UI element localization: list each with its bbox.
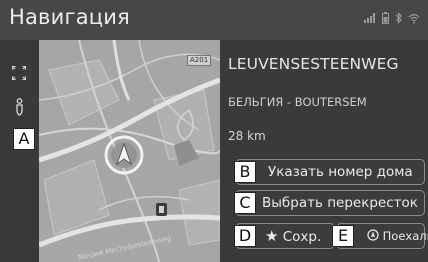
destination-panel: LEUVENSESTEENWEG БЕЛЬГИЯ - BOUTERSEM 28 … — [220, 40, 428, 262]
road-number-label: A201 — [187, 55, 212, 66]
map-view[interactable]: A201 Nieuwe Mechelsesteenweg — [39, 40, 220, 262]
callout-e: E — [332, 225, 354, 247]
map-canvas — [39, 40, 220, 262]
route-pin-icon[interactable] — [14, 98, 25, 116]
navigation-screen: Навигация A A201 Nieuwe Mechelsesteenweg… — [0, 0, 428, 262]
destination-street: LEUVENSESTEENWEG — [228, 55, 399, 73]
signal-icon — [364, 13, 375, 23]
battery-icon — [382, 12, 389, 24]
status-icons — [364, 12, 420, 24]
select-intersection-label: Выбрать перекресток — [262, 195, 418, 211]
bluetooth-icon — [395, 12, 402, 24]
star-icon: ★ — [265, 227, 279, 245]
destination-locality: БЕЛЬГИЯ - BOUTERSEM — [228, 95, 367, 109]
save-label: Сохр. — [282, 229, 322, 245]
set-house-number-button[interactable]: Указать номер дома — [235, 159, 425, 185]
callout-d: D — [234, 225, 256, 247]
destination-distance: 28 km — [228, 129, 266, 143]
set-house-number-label: Указать номер дома — [268, 164, 413, 180]
callout-c: C — [234, 192, 256, 214]
callout-a: A — [13, 128, 35, 150]
screen-title: Навигация — [9, 5, 130, 29]
left-rail: A — [0, 40, 39, 262]
select-intersection-button[interactable]: Выбрать перекресток — [235, 190, 425, 216]
wifi-icon — [408, 13, 420, 24]
start-guidance-icon — [367, 229, 379, 241]
go-label: Поехали — [382, 229, 428, 243]
callout-b: B — [234, 161, 256, 183]
header-bar: Навигация — [0, 0, 428, 40]
expand-arrows-icon[interactable] — [12, 66, 26, 80]
